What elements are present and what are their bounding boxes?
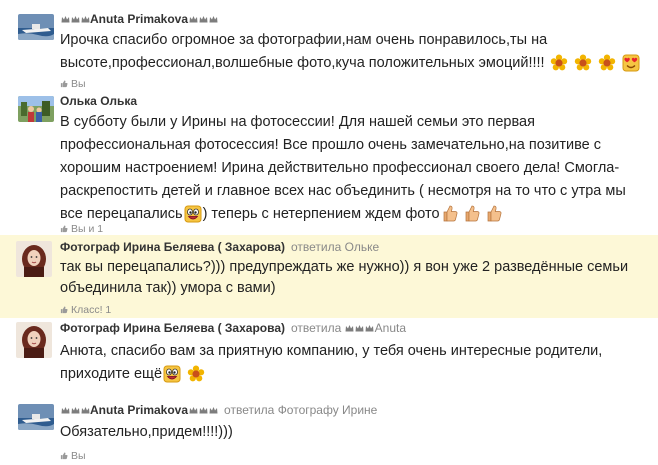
crown-icon [61, 407, 69, 414]
like-count[interactable]: Вы [71, 450, 86, 462]
reply-note: ответила Ольке [291, 240, 379, 254]
thumbs-up-emoji-icon [465, 205, 479, 222]
crown-icon [209, 407, 218, 414]
reply-target[interactable]: Ольке [345, 240, 380, 254]
like-icon[interactable] [60, 225, 68, 233]
crown-icon [365, 325, 374, 332]
comment-text-container: так вы перецапались?))) предупреждать же… [60, 257, 650, 299]
flower-emoji-icon [187, 365, 205, 382]
crown-icon [81, 16, 89, 23]
like-count[interactable]: Класс! 1 [71, 304, 111, 316]
avatar[interactable] [16, 241, 52, 277]
like-icon[interactable] [60, 452, 68, 460]
crown-icon [199, 16, 208, 23]
crown-icon [189, 16, 198, 23]
comment-5: Anuta Primakova ответила Фотографу Ирине … [0, 396, 658, 465]
crown-icon [355, 325, 364, 332]
comment-4: Фотограф Ирина Беляева ( Захарова) ответи… [0, 318, 658, 396]
comment-author[interactable]: Фотограф Ирина Беляева ( Захарова) [60, 240, 285, 254]
reply-label: ответила [224, 403, 275, 417]
laughing-emoji-icon [184, 205, 202, 223]
flower-emoji-icon [598, 54, 615, 71]
thumbs-up-emoji-icon [487, 205, 501, 222]
comment-text-continued: ) теперь с нетерпением ждем фото [202, 206, 440, 222]
avatar[interactable] [18, 96, 54, 122]
crown-icon [199, 407, 208, 414]
comment-text-container: Анюта, спасибо вам за приятную компанию,… [60, 340, 650, 386]
thumbs-up-emoji-icon [443, 205, 457, 222]
comment-text-container: Ирочка спасибо огромное за фотографии,на… [60, 29, 650, 75]
reply-label: ответила [291, 240, 342, 254]
crown-icon [209, 16, 218, 23]
comment-text: Ирочка спасибо огромное за фотографии,на… [60, 32, 548, 71]
laughing-emoji-icon [163, 365, 181, 383]
flower-emoji-icon [550, 54, 567, 71]
flower-emoji-icon [574, 54, 591, 71]
comment-1: Anuta Primakova Ирочка спасибо огромное … [0, 0, 658, 90]
comment-3: Фотограф Ирина Беляева ( Захарова) ответи… [0, 235, 658, 318]
avatar[interactable] [18, 404, 54, 430]
comment-author[interactable]: Олька Олька [60, 94, 137, 108]
crown-icon [71, 16, 79, 23]
comment-text-container: Обязательно,придем!!!!))) [60, 421, 650, 444]
reply-label: ответила [291, 321, 342, 335]
avatar[interactable] [16, 322, 52, 358]
heart-eyes-emoji-icon [622, 54, 640, 72]
reply-note: ответила Anuta [291, 321, 406, 335]
comment-text: Анюта, спасибо вам за приятную компанию,… [60, 343, 603, 382]
crown-icon [345, 325, 354, 332]
comment-2: Олька Олька В субботу были у Ирины на фо… [0, 88, 658, 236]
like-icon[interactable] [60, 306, 68, 314]
comment-text: так вы перецапались?))) предупреждать же… [60, 259, 629, 296]
reply-note: ответила Фотографу Ирине [224, 403, 377, 417]
like-icon[interactable] [60, 80, 68, 88]
avatar[interactable] [18, 14, 54, 40]
comment-author[interactable]: Anuta Primakova [90, 12, 188, 26]
comment-text-container: В субботу были у Ирины на фотосессии! Дл… [60, 111, 650, 226]
comment-text: Обязательно,придем!!!!))) [60, 424, 233, 440]
comment-author[interactable]: Фотограф Ирина Беляева ( Захарова) [60, 321, 285, 335]
like-count[interactable]: Вы и 1 [71, 223, 103, 235]
crown-icon [81, 407, 89, 414]
crown-icon [61, 16, 69, 23]
crown-icon [189, 407, 198, 414]
reply-target[interactable]: Фотографу Ирине [278, 403, 378, 417]
reply-target[interactable]: Anuta [375, 321, 406, 335]
comment-author[interactable]: Anuta Primakova [90, 403, 188, 417]
crown-icon [71, 407, 79, 414]
